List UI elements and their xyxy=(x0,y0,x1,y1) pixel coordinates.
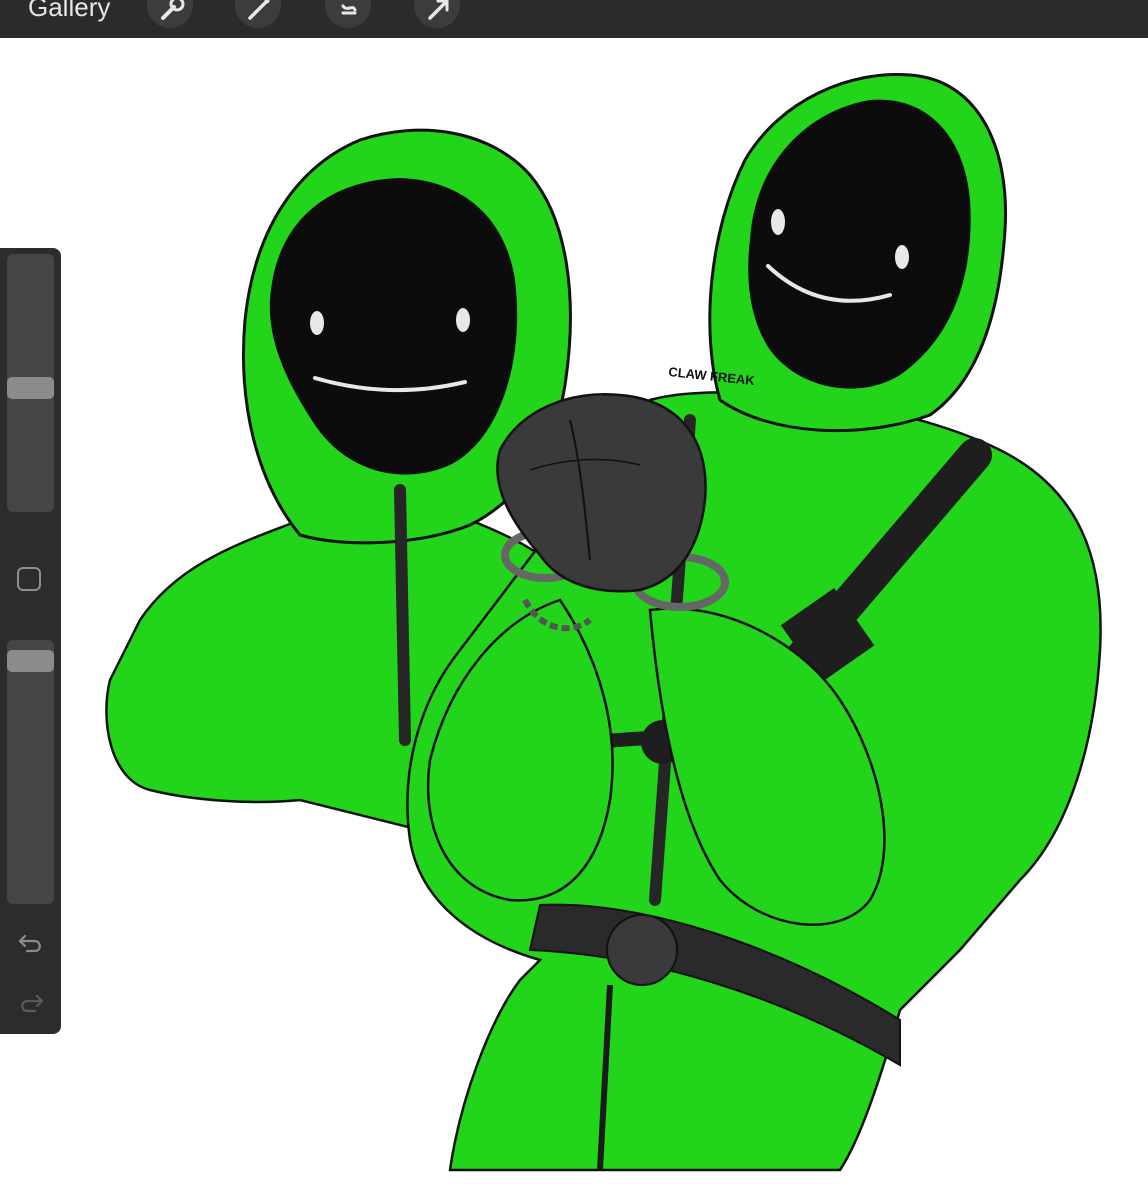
drawing-canvas[interactable]: CLAW FREAK xyxy=(0,38,1148,1200)
artwork-illustration: CLAW FREAK xyxy=(105,72,1102,1172)
actions-button[interactable] xyxy=(147,0,193,28)
wrench-icon xyxy=(161,0,185,20)
selection-button[interactable] xyxy=(325,0,371,28)
selection-icon xyxy=(341,4,357,15)
magic-wand-icon xyxy=(248,0,270,20)
top-toolbar: Gallery xyxy=(0,0,1148,38)
brush-sidebar xyxy=(0,248,61,1034)
redo-icon[interactable] xyxy=(17,990,45,1014)
transform-button[interactable] xyxy=(414,0,460,28)
brush-size-slider[interactable] xyxy=(7,254,54,512)
transform-arrow-icon xyxy=(428,0,449,20)
modify-button[interactable] xyxy=(17,567,41,591)
brush-opacity-slider[interactable] xyxy=(7,640,54,904)
undo-icon[interactable] xyxy=(17,930,45,954)
gallery-button[interactable]: Gallery xyxy=(28,0,110,24)
brush-size-thumb[interactable] xyxy=(7,377,54,399)
brush-opacity-thumb[interactable] xyxy=(7,650,54,672)
adjustments-button[interactable] xyxy=(235,0,281,28)
